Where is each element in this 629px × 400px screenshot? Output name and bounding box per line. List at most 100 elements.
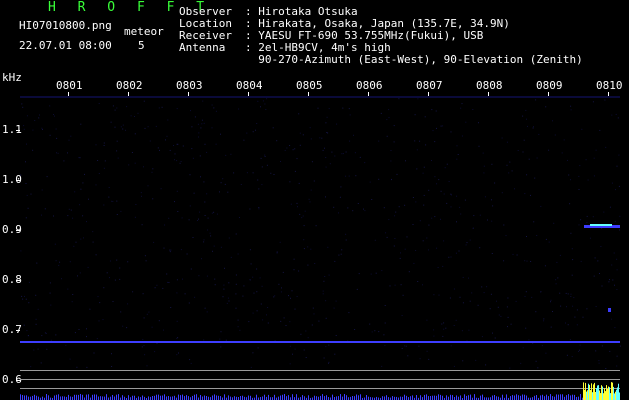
- noise-bar: [214, 394, 215, 400]
- noise-pixel: [186, 253, 188, 255]
- noise-bar: [322, 394, 323, 400]
- noise-pixel: [214, 278, 216, 280]
- noise-pixel: [192, 157, 194, 159]
- noise-pixel: [109, 260, 111, 262]
- noise-bar: [118, 394, 119, 400]
- noise-pixel: [68, 208, 70, 210]
- noise-pixel: [204, 307, 206, 309]
- noise-pixel: [303, 239, 305, 241]
- noise-pixel: [570, 293, 572, 295]
- noise-pixel: [566, 354, 568, 356]
- noise-pixel: [545, 106, 547, 108]
- noise-pixel: [601, 345, 603, 347]
- noise-pixel: [448, 256, 450, 258]
- noise-pixel: [481, 286, 483, 288]
- noise-pixel: [552, 120, 553, 122]
- noise-pixel: [80, 123, 82, 125]
- noise-pixel: [453, 365, 455, 367]
- noise-pixel: [527, 125, 528, 127]
- noise-pixel: [356, 288, 358, 290]
- noise-pixel: [323, 357, 325, 359]
- noise-pixel: [198, 132, 200, 134]
- noise-pixel: [461, 135, 463, 137]
- noise-pixel: [201, 123, 203, 125]
- noise-bar: [522, 394, 523, 400]
- noise-bar: [76, 394, 77, 400]
- noise-pixel: [291, 290, 293, 292]
- noise-pixel: [280, 320, 282, 322]
- spectrogram: [16, 92, 621, 400]
- noise-pixel: [578, 224, 580, 226]
- noise-pixel: [592, 101, 594, 103]
- noise-pixel: [92, 241, 94, 243]
- noise-pixel: [112, 200, 114, 202]
- noise-pixel: [390, 150, 392, 151]
- noise-pixel: [192, 237, 194, 238]
- noise-pixel: [550, 301, 551, 303]
- noise-pixel: [473, 215, 475, 217]
- noise-pixel: [469, 300, 471, 302]
- noise-pixel: [119, 267, 121, 269]
- noise-pixel: [80, 188, 82, 190]
- noise-pixel: [23, 324, 25, 326]
- noise-pixel: [303, 225, 305, 227]
- noise-pixel: [465, 244, 467, 246]
- noise-pixel: [79, 204, 81, 206]
- noise-pixel: [37, 348, 39, 350]
- noise-pixel: [84, 173, 85, 175]
- noise-pixel: [609, 350, 611, 352]
- noise-pixel: [310, 189, 312, 191]
- noise-bar: [308, 395, 309, 400]
- noise-pixel: [515, 300, 517, 302]
- x-tickmark: [608, 92, 609, 96]
- noise-peak-bar: [619, 392, 620, 400]
- noise-pixel: [286, 147, 288, 149]
- noise-pixel: [257, 179, 259, 181]
- noise-pixel: [166, 135, 168, 137]
- noise-pixel: [326, 116, 328, 118]
- noise-bar: [34, 394, 35, 400]
- noise-pixel: [56, 137, 58, 139]
- noise-bar: [228, 395, 229, 400]
- noise-bar: [520, 395, 521, 400]
- noise-peak-bar: [597, 385, 598, 400]
- noise-pixel: [289, 345, 291, 347]
- noise-pixel: [393, 125, 395, 127]
- noise-pixel: [143, 317, 145, 319]
- noise-pixel: [465, 121, 467, 123]
- noise-pixel: [559, 292, 561, 294]
- noise-pixel: [252, 276, 254, 278]
- noise-bar: [168, 396, 169, 400]
- noise-pixel: [325, 317, 327, 319]
- noise-pixel: [489, 308, 491, 310]
- noise-bar: [432, 395, 433, 400]
- noise-pixel: [22, 298, 24, 300]
- noise-pixel: [86, 336, 87, 338]
- noise-pixel: [53, 215, 54, 217]
- noise-pixel: [109, 277, 110, 279]
- noise-pixel: [216, 213, 218, 215]
- noise-pixel: [462, 360, 464, 362]
- noise-bar: [224, 394, 225, 400]
- noise-pixel: [203, 122, 205, 124]
- noise-pixel: [440, 125, 442, 127]
- noise-pixel: [151, 171, 153, 173]
- noise-pixel: [278, 283, 280, 285]
- noise-pixel: [228, 237, 230, 239]
- noise-pixel: [394, 238, 396, 239]
- noise-pixel: [604, 99, 606, 101]
- noise-pixel: [440, 218, 441, 220]
- noise-pixel: [618, 185, 620, 187]
- noise-bar: [280, 395, 281, 400]
- x-tickmark: [548, 92, 549, 96]
- noise-pixel: [462, 276, 464, 278]
- noise-peak-bar: [584, 389, 585, 400]
- noise-pixel: [147, 185, 149, 187]
- noise-pixel: [267, 322, 269, 324]
- noise-bar: [438, 394, 439, 400]
- noise-pixel: [122, 124, 124, 126]
- noise-pixel: [122, 128, 124, 130]
- noise-pixel: [294, 170, 296, 172]
- noise-pixel: [73, 245, 75, 247]
- noise-bar: [74, 394, 75, 400]
